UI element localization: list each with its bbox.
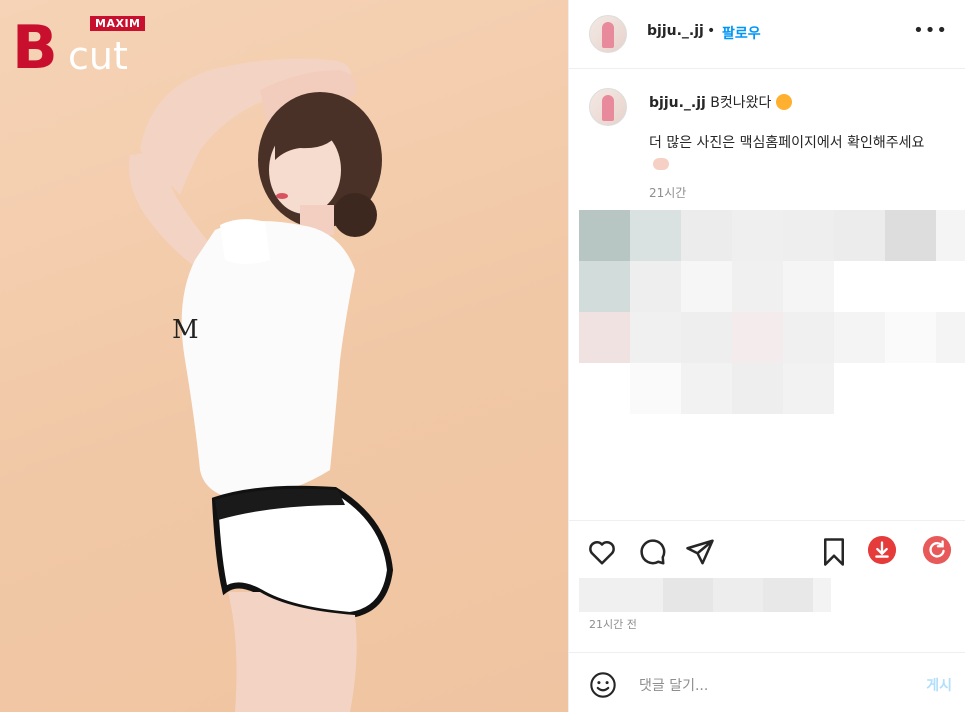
avatar[interactable] bbox=[589, 15, 627, 53]
blurred-likes bbox=[579, 578, 831, 612]
separator-dot: • bbox=[707, 23, 716, 39]
download-icon[interactable] bbox=[867, 535, 897, 565]
svg-text:M: M bbox=[172, 315, 199, 345]
caption-avatar[interactable] bbox=[589, 88, 627, 126]
blurred-comments bbox=[579, 210, 965, 414]
follow-button[interactable]: 팔로우 bbox=[722, 23, 761, 43]
heart-icon[interactable] bbox=[587, 537, 617, 567]
caption-body-text: 더 많은 사진은 맥심홈페이지에서 확인해주세요 bbox=[649, 135, 925, 151]
caption-title: B컷나왔다 bbox=[710, 95, 772, 111]
more-options-icon[interactable]: ••• bbox=[913, 22, 948, 40]
comment-input[interactable] bbox=[637, 673, 881, 699]
caption-body: 더 많은 사진은 맥심홈페이지에서 확인해주세요 bbox=[649, 132, 939, 176]
send-icon[interactable] bbox=[685, 537, 715, 567]
hands-emoji-icon bbox=[653, 158, 669, 170]
post-sidebar: bjju._.jj • 팔로우 ••• bjju._.jj B컷나왔다 더 많은… bbox=[568, 0, 965, 712]
comment-bar: 게시 bbox=[569, 652, 965, 712]
comment-icon[interactable] bbox=[637, 537, 667, 567]
header-username[interactable]: bjju._.jj bbox=[647, 23, 704, 39]
refresh-icon[interactable] bbox=[922, 535, 952, 565]
caption-line: bjju._.jj B컷나왔다 bbox=[649, 92, 792, 114]
model-photo: M bbox=[129, 58, 394, 712]
bookmark-icon[interactable] bbox=[819, 537, 849, 567]
post-comment-button[interactable]: 게시 bbox=[926, 675, 952, 695]
post-header: bjju._.jj • 팔로우 ••• bbox=[569, 0, 965, 69]
action-bar bbox=[569, 520, 965, 580]
caption-time: 21시간 bbox=[649, 186, 687, 200]
laugh-emoji-icon bbox=[775, 94, 792, 110]
caption-username[interactable]: bjju._.jj bbox=[649, 95, 706, 111]
post-media[interactable]: MAXIM B cut M bbox=[0, 0, 568, 712]
emoji-icon[interactable] bbox=[589, 671, 617, 699]
post-timestamp: 21시간 전 bbox=[589, 618, 637, 631]
